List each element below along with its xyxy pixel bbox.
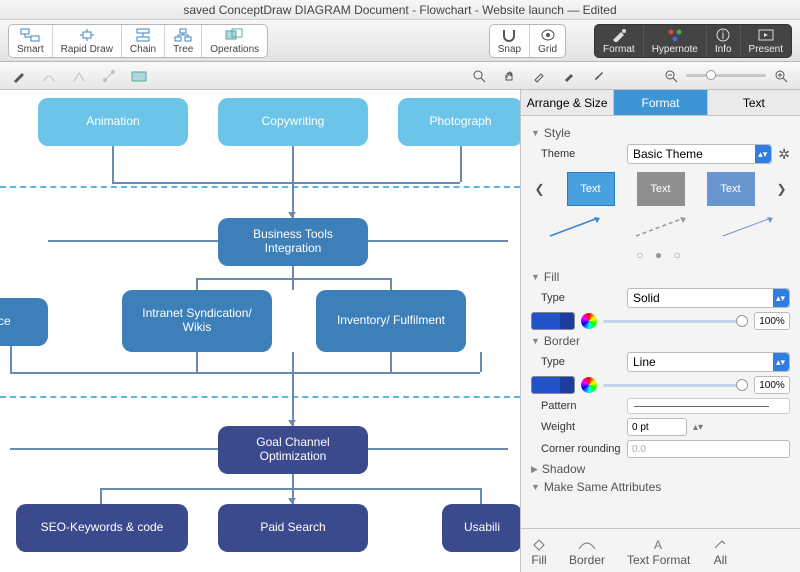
- curve-tool-icon[interactable]: [40, 67, 58, 85]
- info-button[interactable]: iInfo: [707, 25, 741, 57]
- node-bti[interactable]: Business Tools Integration: [218, 218, 368, 266]
- section-style[interactable]: ▼Style: [531, 126, 790, 140]
- tab-arrange[interactable]: Arrange & Size: [521, 90, 614, 115]
- dropper2-icon[interactable]: [560, 67, 578, 85]
- node-merce[interactable]: merce: [0, 298, 48, 346]
- chevron-right-icon[interactable]: ❯: [777, 182, 787, 196]
- node-seo[interactable]: SEO-Keywords & code: [16, 504, 188, 552]
- footer-fill[interactable]: Fill: [531, 535, 547, 567]
- node-goal[interactable]: Goal Channel Optimization: [218, 426, 368, 474]
- tree-button[interactable]: Tree: [165, 25, 202, 57]
- operations-button[interactable]: Operations: [202, 25, 267, 57]
- footer-border[interactable]: Border: [569, 535, 605, 567]
- tab-text[interactable]: Text: [708, 90, 800, 115]
- linestyle-3[interactable]: [719, 214, 775, 240]
- linestyle-1[interactable]: [546, 214, 602, 240]
- brush-icon[interactable]: [590, 67, 608, 85]
- node-tool-icon[interactable]: [100, 67, 118, 85]
- node-inventory[interactable]: Inventory/ Fulfilment: [316, 290, 466, 352]
- fill-type-select[interactable]: Solid▴▾: [627, 288, 790, 308]
- smart-button[interactable]: Smart: [9, 25, 53, 57]
- inspector-panel: Arrange & Size Format Text ▼Style ThemeB…: [520, 90, 800, 572]
- pattern-select[interactable]: [627, 398, 790, 414]
- border-type-select[interactable]: Line▴▾: [627, 352, 790, 372]
- tools-bar: [0, 62, 800, 90]
- zoom-in-icon[interactable]: [772, 67, 790, 85]
- zoom-slider[interactable]: [686, 74, 766, 77]
- eyedropper-icon[interactable]: [530, 67, 548, 85]
- grid-button[interactable]: Grid: [530, 25, 565, 57]
- page-dots[interactable]: ○ ● ○: [531, 248, 790, 262]
- theme-preview-3[interactable]: Text: [707, 172, 755, 206]
- pen-tool-icon[interactable]: [10, 67, 28, 85]
- linestyle-2[interactable]: [632, 214, 688, 240]
- snap-button[interactable]: Snap: [490, 25, 530, 57]
- hypernote-button[interactable]: Hypernote: [644, 25, 707, 57]
- theme-select[interactable]: Basic Theme▴▾: [627, 144, 772, 164]
- theme-preview-1[interactable]: Text: [567, 172, 615, 206]
- hand-icon[interactable]: [500, 67, 518, 85]
- section-border[interactable]: ▼Border: [531, 334, 790, 348]
- chevron-left-icon[interactable]: ❮: [534, 182, 544, 196]
- color-wheel-icon[interactable]: [581, 313, 597, 329]
- svg-text:i: i: [722, 28, 725, 42]
- weight-field[interactable]: 0 pt: [627, 418, 687, 436]
- angle-tool-icon[interactable]: [70, 67, 88, 85]
- section-shadow[interactable]: ▶Shadow: [531, 462, 790, 476]
- border-opacity-field[interactable]: 100%: [754, 376, 790, 394]
- canvas[interactable]: Animation Copywriting Photograph Busines…: [0, 90, 520, 572]
- corner-field[interactable]: 0.0: [627, 440, 790, 458]
- zoom-out-icon[interactable]: [662, 67, 680, 85]
- node-animation[interactable]: Animation: [38, 98, 188, 146]
- inspector-footer: Fill Border AText Format All: [521, 528, 800, 572]
- window-title: saved ConceptDraw DIAGRAM Document - Flo…: [0, 0, 800, 20]
- section-fill[interactable]: ▼Fill: [531, 270, 790, 284]
- tab-format[interactable]: Format: [614, 90, 707, 115]
- node-usability[interactable]: Usabili: [442, 504, 520, 552]
- node-intranet[interactable]: Intranet Syndication/ Wikis: [122, 290, 272, 352]
- gear-icon[interactable]: ✲: [778, 146, 790, 163]
- node-photograph[interactable]: Photograph: [398, 98, 520, 146]
- node-copywriting[interactable]: Copywriting: [218, 98, 368, 146]
- stepper-icon[interactable]: ▴▾: [693, 422, 703, 433]
- fill-opacity-slider[interactable]: [603, 320, 748, 323]
- fill-color-swatch[interactable]: [531, 312, 575, 330]
- border-color-swatch[interactable]: [531, 376, 575, 394]
- node-paid[interactable]: Paid Search: [218, 504, 368, 552]
- magnify-icon[interactable]: [470, 67, 488, 85]
- format-button[interactable]: Format: [595, 25, 644, 57]
- rect-tool-icon[interactable]: [130, 67, 148, 85]
- chain-button[interactable]: Chain: [122, 25, 165, 57]
- footer-textformat[interactable]: AText Format: [627, 535, 690, 567]
- section-msa[interactable]: ▼Make Same Attributes: [531, 480, 790, 494]
- border-opacity-slider[interactable]: [603, 384, 748, 387]
- svg-text:A: A: [654, 538, 662, 551]
- rapid-draw-button[interactable]: Rapid Draw: [53, 25, 122, 57]
- footer-all[interactable]: All: [712, 535, 728, 567]
- theme-preview-2[interactable]: Text: [637, 172, 685, 206]
- present-button[interactable]: Present: [741, 25, 791, 57]
- fill-opacity-field[interactable]: 100%: [754, 312, 790, 330]
- color-wheel-icon[interactable]: [581, 377, 597, 393]
- main-toolbar: Smart Rapid Draw Chain Tree Operations S…: [0, 20, 800, 62]
